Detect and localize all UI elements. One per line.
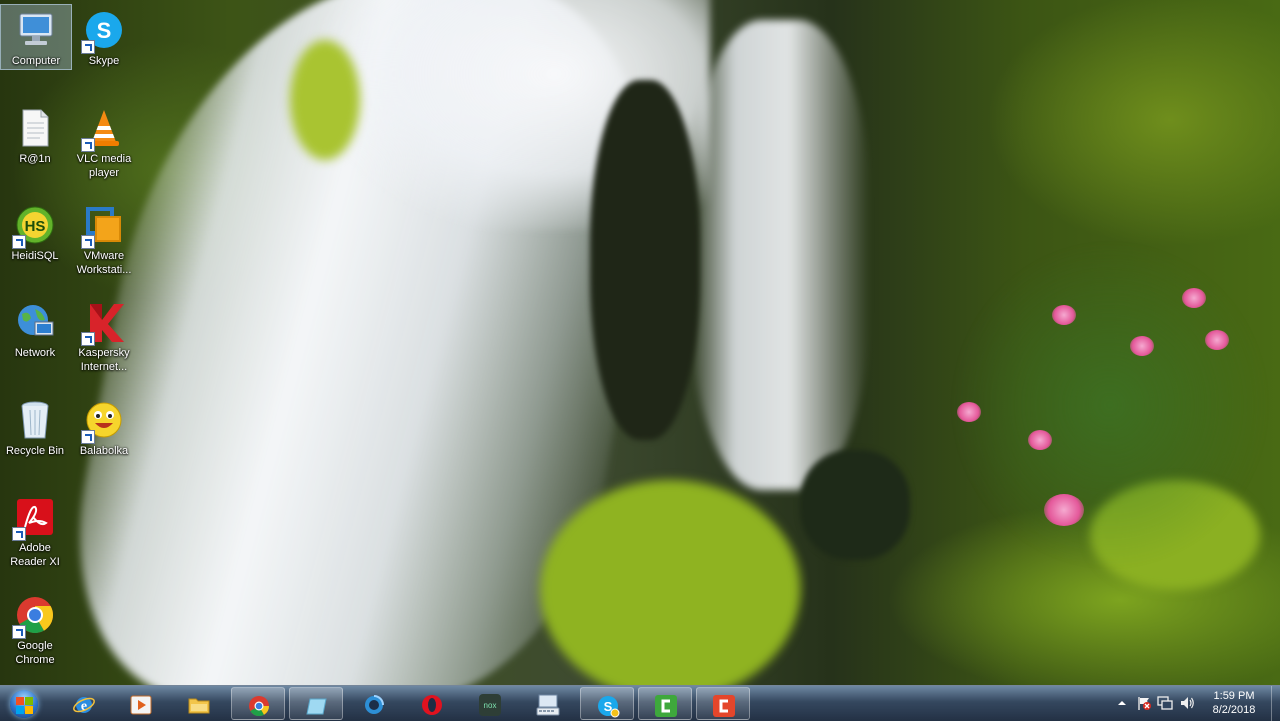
moss <box>540 480 800 685</box>
network-tray-icon[interactable] <box>1157 695 1173 711</box>
rock <box>800 450 910 560</box>
moss <box>290 40 360 160</box>
taskbar: e nox S 1:59 PM 8/2/2018 <box>0 685 1280 721</box>
rock <box>590 80 700 440</box>
taskbar-media-player[interactable] <box>114 687 168 720</box>
desktop-icon-label: Balabolka <box>79 445 129 457</box>
text-file-icon <box>13 106 57 150</box>
taskbar-internet-explorer[interactable]: e <box>57 687 111 720</box>
shortcut-arrow-icon <box>12 235 26 249</box>
taskbar-keyboard[interactable] <box>521 687 575 720</box>
desktop-icon-adobe-reader[interactable]: Adobe Reader XI <box>0 492 70 569</box>
clock[interactable]: 1:59 PM 8/2/2018 <box>1193 689 1275 717</box>
desktop-icon-balabolka[interactable]: Balabolka <box>69 395 139 458</box>
desktop-icon-label: Kaspersky Internet... <box>78 347 130 373</box>
shortcut-arrow-icon <box>12 527 26 541</box>
taskbar-nox[interactable]: nox <box>463 687 517 720</box>
desktop-icon-recycle-bin[interactable]: Recycle Bin <box>0 395 70 458</box>
adobe-reader-icon <box>12 495 57 541</box>
skype-icon: S <box>81 8 126 54</box>
heidisql-icon: HS <box>12 203 57 249</box>
file-explorer-icon <box>188 698 210 714</box>
shortcut-arrow-icon <box>12 625 26 639</box>
waterfall-right <box>690 20 870 490</box>
chrome-icon <box>249 696 270 717</box>
desktop-icon-label: Recycle Bin <box>5 445 65 457</box>
desktop-icon-skype[interactable]: S Skype <box>69 5 139 68</box>
balabolka-icon <box>81 398 126 444</box>
shortcut-arrow-icon <box>81 430 95 444</box>
desktop-icon-r1n[interactable]: R@1n <box>0 103 70 166</box>
keyboard-icon <box>536 694 560 716</box>
vlc-icon <box>81 106 126 152</box>
taskbar-google-chrome[interactable] <box>231 687 285 720</box>
start-button[interactable] <box>4 687 44 720</box>
shortcut-arrow-icon <box>81 138 95 152</box>
flower <box>1182 288 1206 308</box>
recycle-bin-icon <box>13 398 57 442</box>
windows-logo-icon <box>10 690 38 718</box>
nox-icon: nox <box>479 694 501 716</box>
desktop-icon-kaspersky[interactable]: Kaspersky Internet... <box>69 297 139 374</box>
shortcut-arrow-icon <box>81 332 95 346</box>
desktop-icon-network[interactable]: Network <box>0 297 70 360</box>
shortcut-arrow-icon <box>81 40 95 54</box>
svg-text:nox: nox <box>484 701 497 710</box>
vmware-icon <box>81 203 126 249</box>
desktop-icon-computer[interactable]: Computer <box>0 4 72 70</box>
taskbar-camtasia-red[interactable] <box>696 687 750 720</box>
desktop-icon-label: VLC media player <box>76 153 132 179</box>
blank-window-icon <box>306 698 327 715</box>
computer-icon <box>14 8 58 52</box>
desktop-icon-heidisql[interactable]: HS HeidiSQL <box>0 200 70 263</box>
internet-explorer-icon: e <box>73 697 95 714</box>
desktop-icon-label: Computer <box>11 55 61 67</box>
desktop-icon-label: HeidiSQL <box>11 250 59 262</box>
chrome-icon <box>12 593 57 639</box>
flower <box>1130 336 1154 356</box>
taskbar-opera[interactable] <box>405 687 459 720</box>
camtasia-green-icon <box>655 695 677 717</box>
flower <box>957 402 981 422</box>
clock-time: 1:59 PM <box>1213 690 1255 702</box>
desktop-icon-vlc[interactable]: VLC media player <box>69 103 139 180</box>
taskbar-camtasia-green[interactable] <box>638 687 692 720</box>
desktop-icon-label: R@1n <box>19 153 51 165</box>
flower <box>1205 330 1229 350</box>
flower-bush <box>950 240 1270 570</box>
show-desktop-button[interactable] <box>1271 686 1280 721</box>
skype-icon: S <box>598 696 620 718</box>
desktop-icon-label: Network <box>14 347 56 359</box>
kaspersky-icon <box>81 300 126 346</box>
taskbar-window[interactable] <box>289 687 343 720</box>
show-hidden-icons-icon[interactable] <box>1114 695 1130 711</box>
action-center-flag-icon[interactable] <box>1136 695 1152 711</box>
desktop-wallpaper[interactable] <box>0 0 1280 685</box>
flower <box>1028 430 1052 450</box>
desktop-icon-label: Skype <box>88 55 120 67</box>
shortcut-arrow-icon <box>81 235 95 249</box>
camtasia-red-icon <box>713 695 735 717</box>
app-circle-icon <box>365 695 384 714</box>
media-player-icon <box>130 695 152 715</box>
desktop-icon-google-chrome[interactable]: Google Chrome <box>0 590 70 667</box>
desktop-icon-label: VMware Workstati... <box>76 250 132 276</box>
svg-text:HS: HS <box>25 218 46 235</box>
taskbar-skype[interactable]: S <box>580 687 634 720</box>
taskbar-file-explorer[interactable] <box>172 687 226 720</box>
clock-date: 8/2/2018 <box>1212 704 1256 716</box>
flower <box>1052 305 1076 325</box>
flower <box>1044 494 1084 526</box>
taskbar-app[interactable] <box>347 687 401 720</box>
svg-text:S: S <box>97 18 112 43</box>
desktop-icon-label: Adobe Reader XI <box>10 542 60 568</box>
network-icon <box>13 300 57 344</box>
desktop-icon-vmware[interactable]: VMware Workstati... <box>69 200 139 277</box>
opera-icon <box>422 695 442 715</box>
desktop-icon-label: Google Chrome <box>15 640 55 666</box>
